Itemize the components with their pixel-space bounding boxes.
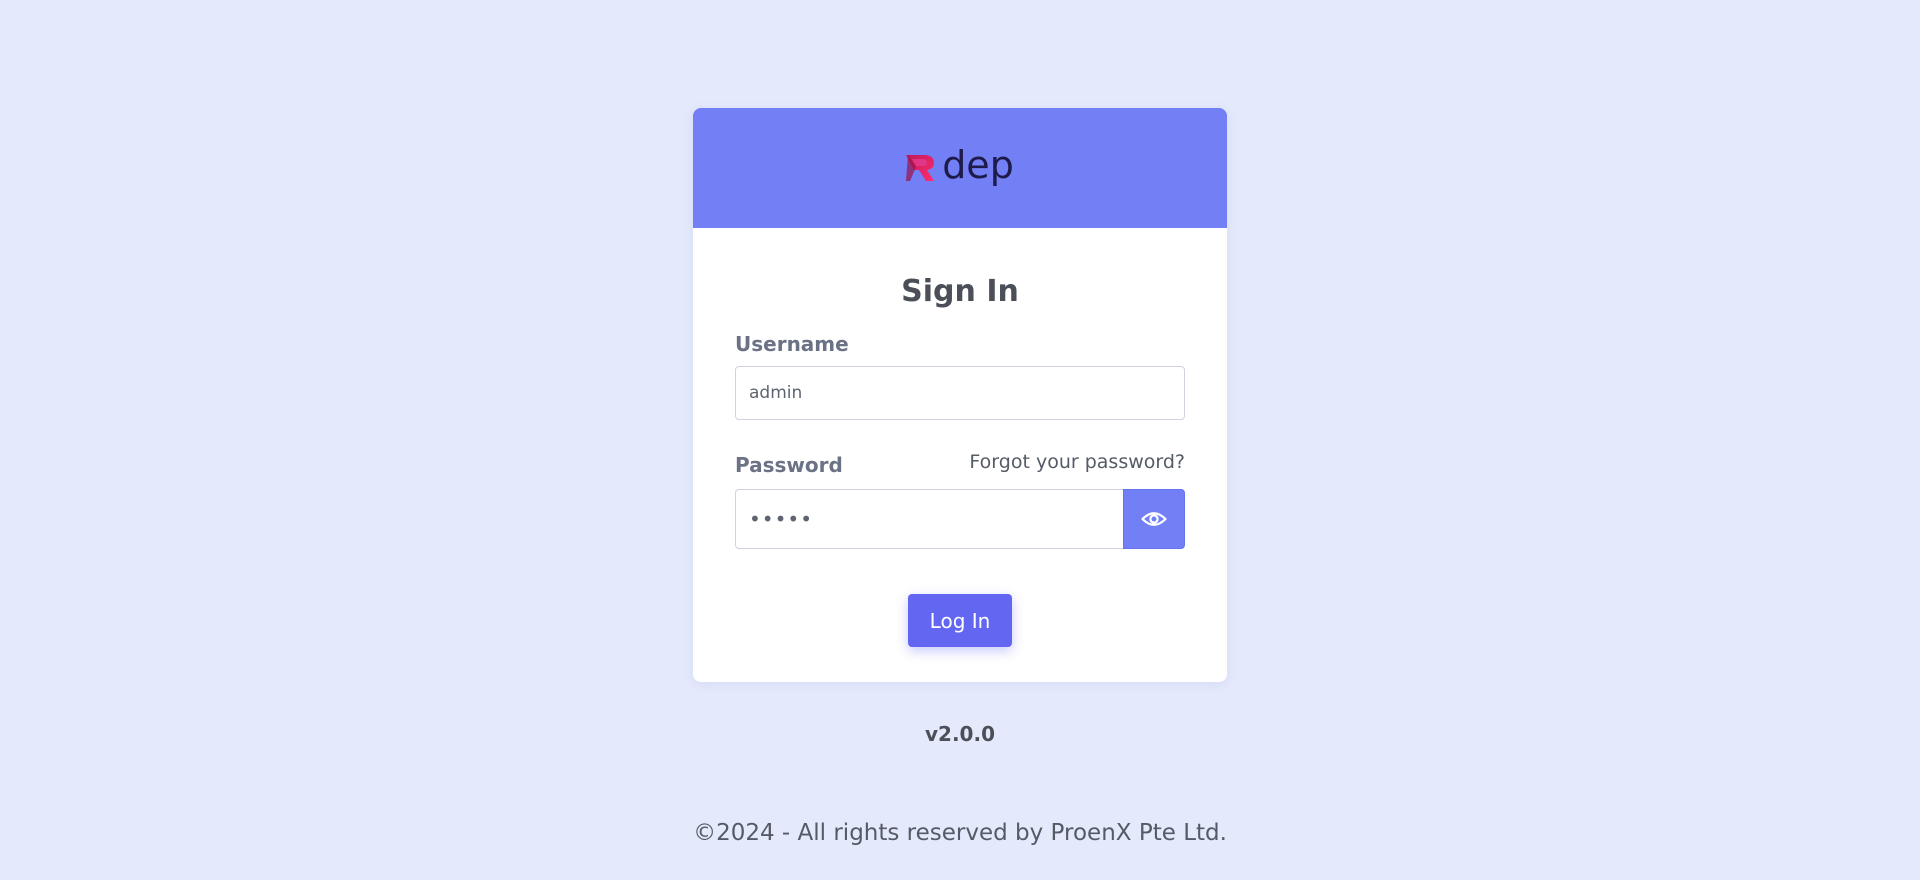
username-input[interactable] (735, 366, 1185, 420)
logo-text: dep (942, 143, 1014, 187)
eye-icon (1141, 512, 1167, 526)
page-title: Sign In (901, 274, 1019, 309)
password-group (735, 489, 1185, 549)
forgot-password-link[interactable]: Forgot your password? (969, 450, 1185, 474)
footer-copyright: ©2024 - All rights reserved by ProenX Pt… (693, 820, 1227, 846)
app-version: v2.0.0 (925, 722, 995, 746)
submit-wrap: Log In (735, 594, 1185, 647)
password-label: Password (735, 453, 843, 477)
logo-mark-icon (906, 155, 935, 181)
card-body: Sign In Username Password Forgot your pa… (693, 228, 1227, 647)
login-card: dep Sign In Username Password Forgot you… (693, 108, 1227, 682)
card-header: dep (693, 108, 1227, 228)
username-label: Username (735, 332, 849, 356)
toggle-password-visibility-button[interactable] (1123, 489, 1185, 549)
login-button[interactable]: Log In (908, 594, 1012, 647)
brand-logo: dep (906, 146, 1014, 184)
password-input[interactable] (735, 489, 1123, 549)
password-label-row: Password Forgot your password? (735, 450, 1185, 477)
